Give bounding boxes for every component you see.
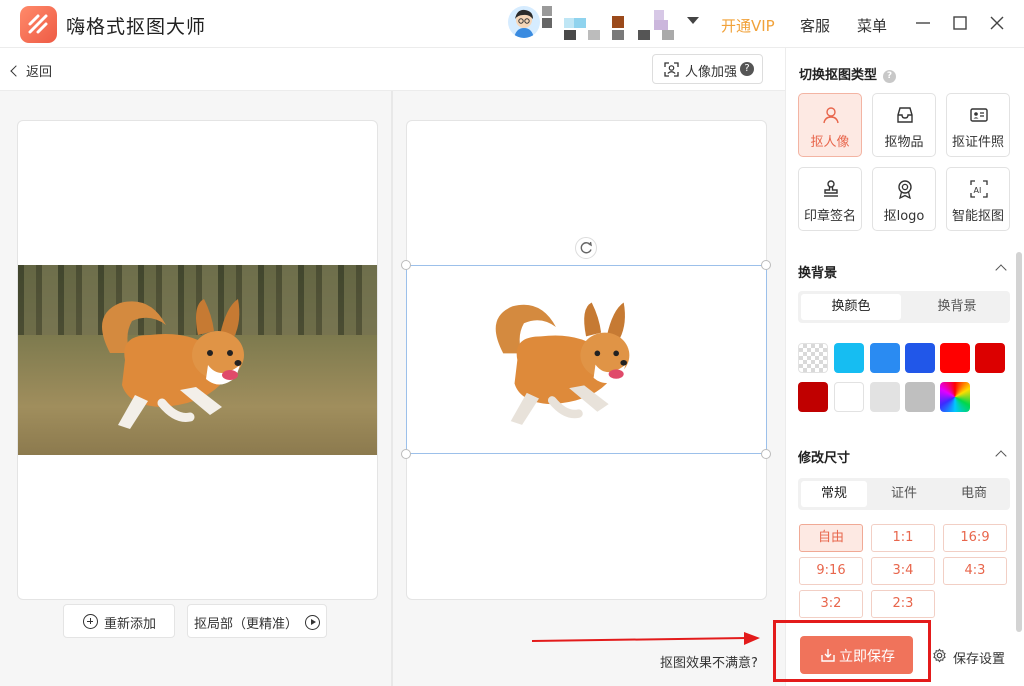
- sub-toolbar: 返回 人像加强 ?: [0, 48, 785, 91]
- save-now-label: 立即保存: [839, 649, 895, 665]
- ratio-2-3[interactable]: 2:3: [871, 590, 935, 618]
- save-now-button[interactable]: 立即保存: [800, 636, 913, 674]
- chevron-up-icon[interactable]: [995, 450, 1007, 462]
- type-id-photo-button[interactable]: 抠证件照: [946, 93, 1010, 157]
- close-icon[interactable]: [986, 12, 1008, 34]
- ai-icon: AI: [970, 180, 988, 198]
- help-icon[interactable]: ?: [883, 70, 897, 83]
- inbox-icon: [897, 107, 913, 123]
- username-mosaic: [542, 6, 678, 42]
- scan-face-icon: [664, 62, 679, 77]
- ratio-3-4[interactable]: 3:4: [871, 557, 935, 585]
- user-avatar[interactable]: [508, 6, 540, 38]
- id-card-icon: [970, 108, 988, 122]
- app-logo: [20, 6, 57, 43]
- tab-change-background[interactable]: 换背景: [907, 294, 1007, 320]
- readd-label: 重新添加: [104, 617, 157, 632]
- tab-id-size[interactable]: 证件: [871, 481, 937, 507]
- help-icon[interactable]: ?: [740, 62, 754, 76]
- rotate-icon[interactable]: [575, 237, 597, 259]
- swatch-transparent[interactable]: [798, 343, 828, 373]
- type-label: 抠人像: [810, 135, 850, 150]
- chevron-left-icon: [10, 65, 22, 77]
- sidebar-scrollbar[interactable]: [1016, 252, 1022, 632]
- gear-icon: [933, 648, 946, 663]
- menu-link[interactable]: 菜单: [857, 15, 887, 36]
- swatch-crimson[interactable]: [975, 343, 1005, 373]
- save-settings-label: 保存设置: [953, 652, 1006, 667]
- back-label: 返回: [26, 65, 53, 80]
- red-arrow-annotation: [532, 632, 760, 645]
- resize-handle-bottom-left[interactable]: [401, 449, 411, 459]
- tab-change-color[interactable]: 换颜色: [801, 294, 901, 320]
- type-stamp-signature-button[interactable]: 印章签名: [798, 167, 862, 231]
- resize-handle-top-left[interactable]: [401, 260, 411, 270]
- account-dropdown-caret[interactable]: [687, 17, 699, 24]
- type-portrait-button[interactable]: 抠人像: [798, 93, 862, 157]
- swatch-white[interactable]: [834, 382, 864, 412]
- unsatisfied-link[interactable]: 抠图效果不满意?: [660, 652, 758, 671]
- plus-circle-icon: [83, 614, 98, 629]
- swatch-light-blue[interactable]: [834, 343, 864, 373]
- local-cutout-button[interactable]: 抠局部（更精准）: [187, 604, 327, 638]
- resize-handle-bottom-right[interactable]: [761, 449, 771, 459]
- swatch-blue[interactable]: [870, 343, 900, 373]
- resize-title: 修改尺寸: [798, 451, 851, 466]
- person-icon: [823, 107, 839, 124]
- svg-text:AI: AI: [974, 186, 982, 195]
- original-photo: [18, 265, 377, 455]
- open-vip-link[interactable]: 开通VIP: [721, 15, 775, 36]
- type-label: 印章签名: [803, 209, 856, 224]
- customer-service-link[interactable]: 客服: [800, 15, 830, 36]
- download-icon: [821, 649, 835, 662]
- swatch-gray[interactable]: [905, 382, 935, 412]
- ratio-9-16[interactable]: 9:16: [799, 557, 863, 585]
- change-background-title: 换背景: [798, 266, 838, 281]
- selection-frame[interactable]: [406, 265, 767, 454]
- badge-icon: [898, 180, 912, 199]
- ratio-4-3[interactable]: 4:3: [943, 557, 1007, 585]
- ratio-1-1[interactable]: 1:1: [871, 524, 935, 552]
- resize-handle-top-right[interactable]: [761, 260, 771, 270]
- ratio-16-9[interactable]: 16:9: [943, 524, 1007, 552]
- type-logo-button[interactable]: 抠logo: [872, 167, 936, 231]
- minimize-icon[interactable]: [912, 12, 934, 34]
- switch-type-title: 切换抠图类型?: [799, 64, 897, 84]
- background-tabs: 换颜色 换背景: [798, 291, 1010, 323]
- swatch-light-gray[interactable]: [870, 382, 900, 412]
- type-object-button[interactable]: 抠物品: [872, 93, 936, 157]
- portrait-enhance-button[interactable]: 人像加强 ?: [652, 54, 763, 84]
- type-label: 智能抠图: [951, 209, 1004, 224]
- swatch-dark-blue[interactable]: [905, 343, 935, 373]
- maximize-icon[interactable]: [949, 12, 971, 34]
- swatch-custom-color-picker[interactable]: [940, 382, 970, 412]
- local-cutout-label: 抠局部（更精准）: [194, 617, 299, 632]
- app-title: 嗨格式抠图大师: [66, 16, 207, 38]
- ratio-3-2[interactable]: 3:2: [799, 590, 863, 618]
- type-label: 抠物品: [884, 135, 924, 150]
- swatch-dark-red[interactable]: [798, 382, 828, 412]
- portrait-enhance-label: 人像加强: [685, 65, 738, 80]
- type-smart-cutout-button[interactable]: AI 智能抠图: [946, 167, 1010, 231]
- original-image-panel: [17, 120, 378, 600]
- tab-regular[interactable]: 常规: [801, 481, 867, 507]
- size-tabs: 常规 证件 电商: [798, 478, 1010, 510]
- right-sidebar: 切换抠图类型? 抠人像 抠物品 抠证件照 印章签名 抠logo AI 智能抠图 …: [785, 48, 1024, 686]
- back-button[interactable]: 返回: [10, 61, 53, 80]
- type-label: 抠logo: [883, 209, 925, 224]
- panel-divider: [391, 91, 393, 686]
- chevron-up-icon[interactable]: [995, 264, 1007, 276]
- play-circle-icon: [305, 615, 320, 630]
- type-label: 抠证件照: [951, 135, 1004, 150]
- ratio-free[interactable]: 自由: [799, 524, 863, 552]
- title-bar: 嗨格式抠图大师 开通VIP 客服 菜单: [0, 0, 1024, 48]
- tab-ecommerce[interactable]: 电商: [941, 481, 1007, 507]
- readd-image-button[interactable]: 重新添加: [63, 604, 175, 638]
- swatch-red[interactable]: [940, 343, 970, 373]
- stamp-icon: [824, 180, 838, 197]
- corgi-image: [102, 299, 244, 429]
